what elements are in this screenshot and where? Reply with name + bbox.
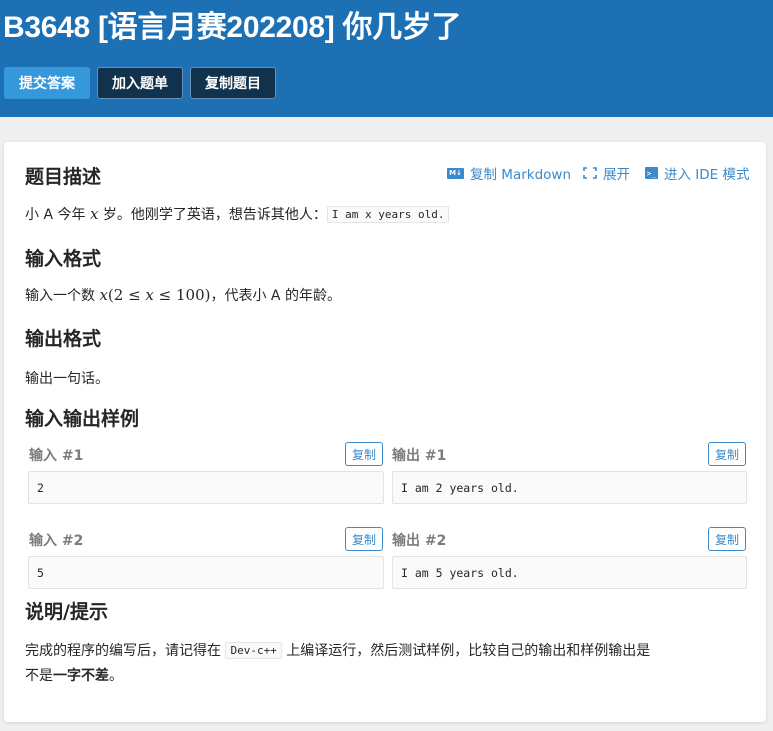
- sample-output-label: 输出 #1: [392, 448, 447, 464]
- sample-input-box[interactable]: 5: [28, 556, 384, 589]
- copy-sample-output-button[interactable]: 复制: [708, 442, 746, 466]
- ide-mode-label: 进入 IDE 模式: [664, 167, 750, 183]
- inline-code-sentence: I am x years old.: [326, 206, 450, 223]
- submit-answer-button[interactable]: 提交答案: [4, 67, 90, 99]
- hint-text-line1: 完成的程序的编写后，请记得在 Dev-c++ 上编译运行，然后测试样例，比较自己…: [25, 642, 651, 659]
- problem-header: B3648 [语言月赛202208] 你几岁了 提交答案 加入题单 复制题目: [0, 0, 773, 117]
- terminal-icon: >_: [645, 167, 658, 179]
- input-format-text: 输入一个数 x(2 ≤ x ≤ 100)，代表小 A 的年龄。: [25, 286, 341, 304]
- copy-problem-button[interactable]: 复制题目: [190, 67, 276, 99]
- add-to-list-button[interactable]: 加入题单: [97, 67, 183, 99]
- copy-sample-input-button[interactable]: 复制: [345, 442, 383, 466]
- expand-icon: [583, 167, 597, 179]
- problem-title: B3648 [语言月赛202208] 你几岁了: [3, 11, 462, 44]
- description-text: 小 A 今年 x 岁。他刚学了英语，想告诉其他人： I am x years ol…: [25, 204, 450, 224]
- description-heading: 题目描述: [25, 166, 102, 188]
- sample-output-box[interactable]: I am 2 years old.: [392, 471, 747, 504]
- copy-sample-input-button[interactable]: 复制: [345, 527, 383, 551]
- copy-markdown-link[interactable]: M↓ 复制 Markdown: [447, 163, 571, 183]
- output-format-text: 输出一句话。: [25, 371, 109, 387]
- hint-heading: 说明/提示: [25, 601, 108, 623]
- inline-code-devcpp: Dev-c++: [225, 642, 282, 659]
- output-format-heading: 输出格式: [25, 328, 102, 350]
- hint-text-line2: 不是一字不差。: [25, 668, 123, 684]
- ide-mode-link[interactable]: >_ 进入 IDE 模式: [645, 163, 750, 183]
- expand-label: 展开: [603, 167, 630, 183]
- expand-link[interactable]: 展开: [583, 163, 630, 183]
- samples-heading: 输入输出样例: [25, 408, 140, 430]
- sample-output-box[interactable]: I am 5 years old.: [392, 556, 747, 589]
- sample-input-box[interactable]: 2: [28, 471, 384, 504]
- sample-input-label: 输入 #1: [29, 448, 84, 464]
- copy-sample-output-button[interactable]: 复制: [708, 527, 746, 551]
- problem-card: 题目描述 M↓ 复制 Markdown 展开 >_ 进入 IDE 模式 小 A …: [4, 142, 766, 722]
- markdown-icon: M↓: [447, 167, 464, 179]
- sample-input-label: 输入 #2: [29, 533, 84, 549]
- sample-output-label: 输出 #2: [392, 533, 447, 549]
- copy-markdown-label: 复制 Markdown: [470, 167, 572, 183]
- input-format-heading: 输入格式: [25, 248, 102, 270]
